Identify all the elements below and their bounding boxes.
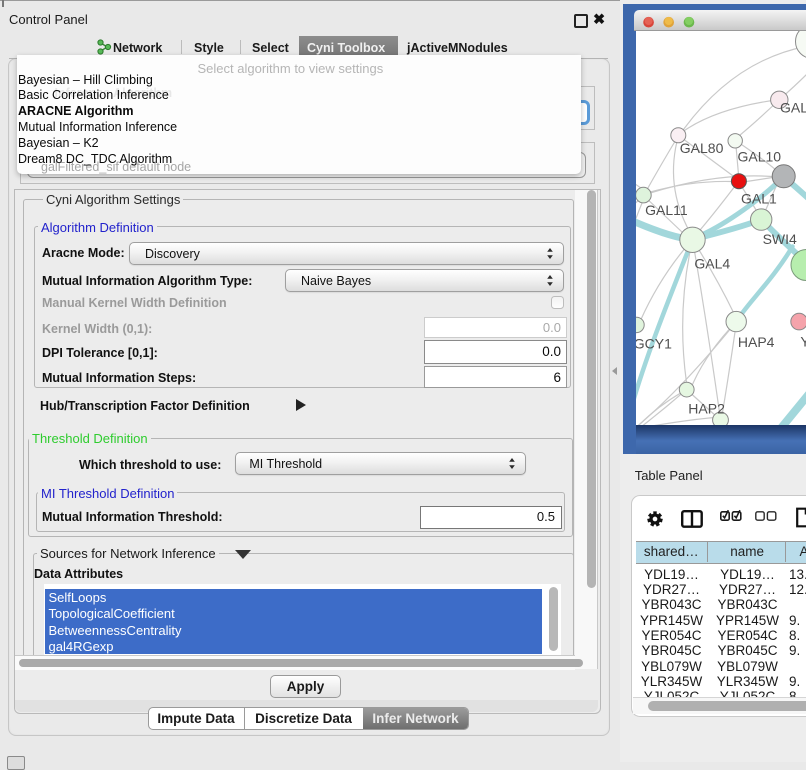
svg-text:Y: Y: [800, 333, 806, 349]
svg-text:GAL4: GAL4: [694, 255, 730, 271]
svg-text:GAL10: GAL10: [737, 148, 781, 164]
svg-text:GAL11: GAL11: [645, 202, 688, 218]
svg-text:GCY1: GCY1: [636, 335, 672, 351]
svg-text:GAL80: GAL80: [679, 139, 723, 155]
svg-text:HAP2: HAP2: [688, 400, 725, 416]
svg-text:SWI4: SWI4: [762, 231, 796, 247]
svg-text:GAL1: GAL1: [741, 190, 777, 206]
svg-text:HAP4: HAP4: [737, 334, 774, 350]
svg-text:GAL7: GAL7: [780, 99, 806, 115]
